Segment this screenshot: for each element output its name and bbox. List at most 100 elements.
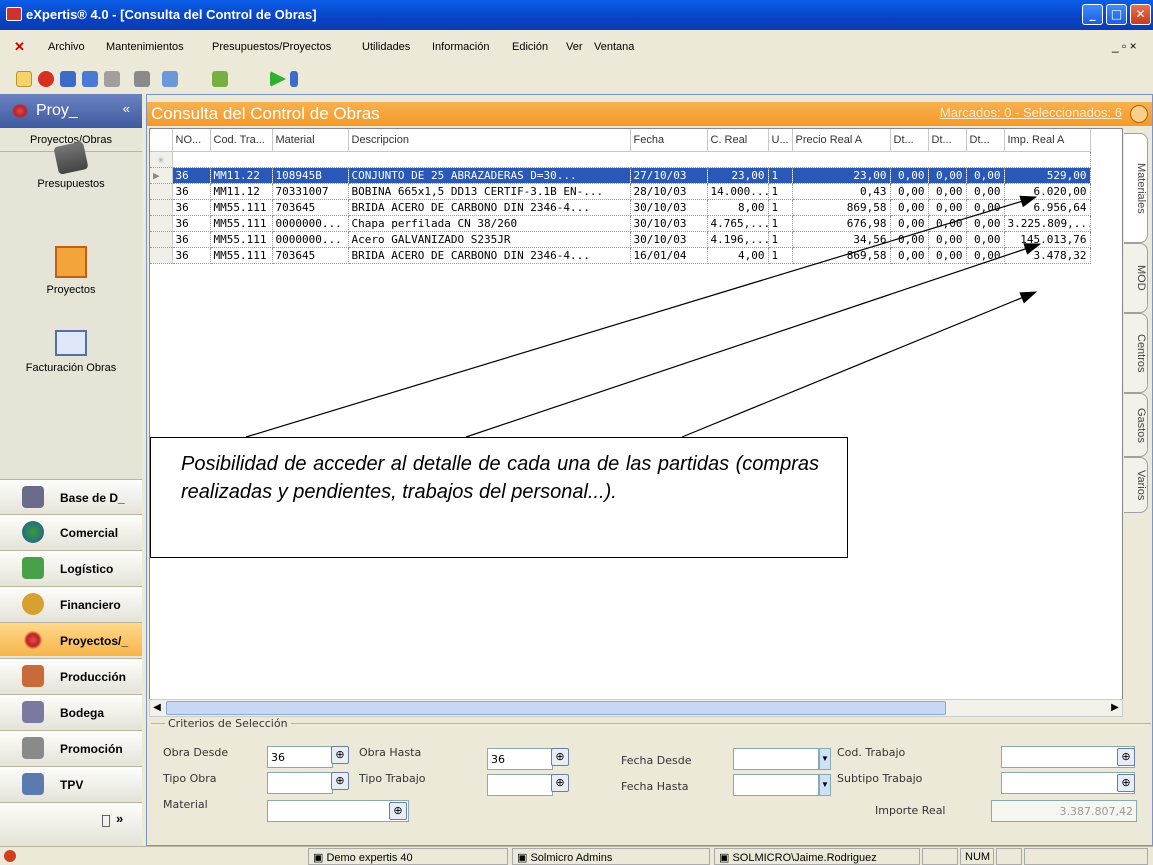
- selection-count[interactable]: Marcados: 0 - Seleccionados: 6: [940, 105, 1122, 120]
- column-header[interactable]: Dt...: [928, 129, 967, 152]
- table-cell[interactable]: CONJUNTO DE 25 ABRAZADERAS D=30...: [348, 167, 631, 184]
- column-header[interactable]: Cod. Tra...: [210, 129, 273, 152]
- column-header[interactable]: Precio Real A: [792, 129, 891, 152]
- menu-informacion[interactable]: Información: [432, 41, 489, 53]
- data-grid[interactable]: NO... Cod. Tra... Material Descripcion Fecha…: [149, 128, 1123, 706]
- table-cell[interactable]: 3.478,32: [1004, 247, 1091, 264]
- table-cell[interactable]: 0,00: [966, 215, 1005, 232]
- table-cell[interactable]: 16/01/04: [630, 247, 708, 264]
- table-cell[interactable]: 676,98: [792, 215, 891, 232]
- table-row[interactable]: 36 MM55.111 0000000... Chapa perfilada CN 3…: [150, 215, 1091, 232]
- table-cell[interactable]: 36: [172, 247, 211, 264]
- scrollbar-thumb[interactable]: [166, 701, 946, 715]
- table-cell[interactable]: MM11.12: [210, 183, 273, 200]
- fecha-desde-dropdown[interactable]: ▼: [819, 748, 831, 770]
- table-cell[interactable]: 0000000...: [272, 231, 349, 248]
- module-overflow[interactable]: »: [0, 802, 142, 842]
- table-cell[interactable]: 0,00: [890, 183, 929, 200]
- refresh-icon[interactable]: [212, 71, 228, 87]
- table-cell[interactable]: 30/10/03: [630, 215, 708, 232]
- table-cell[interactable]: 28/10/03: [630, 183, 708, 200]
- table-row[interactable]: 36 MM55.111 703645 BRIDA ACERO DE CARBONO D…: [150, 199, 1091, 216]
- toolbar-overflow-icon[interactable]: [290, 71, 298, 87]
- table-cell[interactable]: 703645: [272, 247, 349, 264]
- table-cell[interactable]: 108945B: [272, 167, 349, 184]
- row-indicator[interactable]: [150, 231, 173, 248]
- table-cell[interactable]: MM55.111: [210, 215, 273, 232]
- table-cell[interactable]: 1: [768, 183, 793, 200]
- menu-edicion[interactable]: Edición: [512, 41, 548, 53]
- menu-presupuestos-proyectos[interactable]: Presupuestos/Proyectos: [212, 41, 331, 53]
- search-icon[interactable]: ⊕: [1117, 774, 1135, 792]
- table-cell[interactable]: 0,00: [890, 215, 929, 232]
- obra-hasta-field[interactable]: 36: [487, 748, 553, 770]
- table-cell[interactable]: MM11.22: [210, 167, 273, 184]
- star-icon[interactable]: [16, 71, 32, 87]
- table-row[interactable]: 36 MM11.12 70331007 BOBINA 665x1,5 DD13 CER…: [150, 183, 1091, 200]
- table-cell[interactable]: 0,00: [966, 247, 1005, 264]
- search-icon[interactable]: ⊕: [1117, 748, 1135, 766]
- table-cell[interactable]: 0000000...: [272, 215, 349, 232]
- row-indicator[interactable]: [150, 183, 173, 200]
- module-comercial[interactable]: Comercial: [0, 514, 142, 548]
- table-cell[interactable]: BRIDA ACERO DE CARBONO DIN 2346-4...: [348, 199, 631, 216]
- table-cell[interactable]: 0,00: [966, 199, 1005, 216]
- column-header[interactable]: Dt...: [966, 129, 1005, 152]
- subtipo-trabajo-field[interactable]: [1001, 772, 1135, 794]
- menu-archivo[interactable]: Archivo: [48, 41, 85, 53]
- column-header[interactable]: Descripcion: [348, 129, 631, 152]
- table-cell[interactable]: 0,43: [792, 183, 891, 200]
- column-header[interactable]: NO...: [172, 129, 211, 152]
- scroll-left-icon[interactable]: ◀: [150, 700, 164, 716]
- table-row[interactable]: 36 MM55.111 703645 BRIDA ACERO DE CARBONO D…: [150, 247, 1091, 264]
- menu-mantenimientos[interactable]: Mantenimientos: [106, 41, 184, 53]
- table-row[interactable]: ▶ 36 MM11.22 108945B CONJUNTO DE 25 ABRAZADE…: [150, 167, 1091, 184]
- table-cell[interactable]: 3.225.809,...: [1004, 215, 1091, 232]
- fecha-hasta-field[interactable]: [733, 774, 819, 796]
- table-cell[interactable]: 0,00: [890, 231, 929, 248]
- menu-ver[interactable]: Ver: [566, 41, 583, 53]
- table-cell[interactable]: 36: [172, 199, 211, 216]
- maximize-button[interactable]: □: [1106, 4, 1127, 25]
- print-icon[interactable]: [162, 71, 178, 87]
- cod-trabajo-field[interactable]: [1001, 746, 1135, 768]
- table-cell[interactable]: 703645: [272, 199, 349, 216]
- search-icon[interactable]: ⊕: [331, 772, 349, 790]
- new-row[interactable]: [172, 151, 1091, 168]
- module-bodega[interactable]: Bodega: [0, 694, 142, 728]
- table-cell[interactable]: 0,00: [928, 183, 967, 200]
- search-icon[interactable]: ⊕: [551, 748, 569, 766]
- table-cell[interactable]: 36: [172, 183, 211, 200]
- stop-icon[interactable]: [38, 71, 54, 87]
- column-header[interactable]: Imp. Real A: [1004, 129, 1091, 152]
- table-cell[interactable]: 0,00: [966, 183, 1005, 200]
- table-cell[interactable]: BRIDA ACERO DE CARBONO DIN 2346-4...: [348, 247, 631, 264]
- table-cell[interactable]: BOBINA 665x1,5 DD13 CERTIF-3.1B EN-...: [348, 183, 631, 200]
- table-cell[interactable]: 4,00: [707, 247, 769, 264]
- row-indicator[interactable]: [150, 247, 173, 264]
- fecha-desde-field[interactable]: [733, 748, 819, 770]
- table-cell[interactable]: 23,00: [707, 167, 769, 184]
- table-cell[interactable]: 8,00: [707, 199, 769, 216]
- nav-proyectos[interactable]: Proyectos: [0, 246, 142, 296]
- table-cell[interactable]: 145.013,76: [1004, 231, 1091, 248]
- module-proyectos[interactable]: Proyectos/_: [0, 622, 142, 656]
- fecha-hasta-dropdown[interactable]: ▼: [819, 774, 831, 796]
- table-cell[interactable]: 34,56: [792, 231, 891, 248]
- link-icon[interactable]: [104, 71, 120, 87]
- tab-varios[interactable]: Varios: [1124, 457, 1148, 513]
- table-cell[interactable]: 30/10/03: [630, 199, 708, 216]
- table-cell[interactable]: 0,00: [928, 215, 967, 232]
- tab-mod[interactable]: MOD: [1124, 243, 1148, 313]
- row-indicator[interactable]: [150, 199, 173, 216]
- tab-centros[interactable]: Centros: [1124, 313, 1148, 393]
- table-cell[interactable]: MM55.111: [210, 231, 273, 248]
- table-cell[interactable]: 0,00: [928, 247, 967, 264]
- module-base-datos[interactable]: Base de D_: [0, 479, 142, 513]
- row-indicator[interactable]: [150, 215, 173, 232]
- tools-icon[interactable]: [134, 71, 150, 87]
- scroll-right-icon[interactable]: ▶: [1108, 700, 1122, 716]
- app-menu-icon[interactable]: ✕: [14, 40, 28, 53]
- table-cell[interactable]: Chapa perfilada CN 38/260: [348, 215, 631, 232]
- tab-gastos[interactable]: Gastos: [1124, 393, 1148, 457]
